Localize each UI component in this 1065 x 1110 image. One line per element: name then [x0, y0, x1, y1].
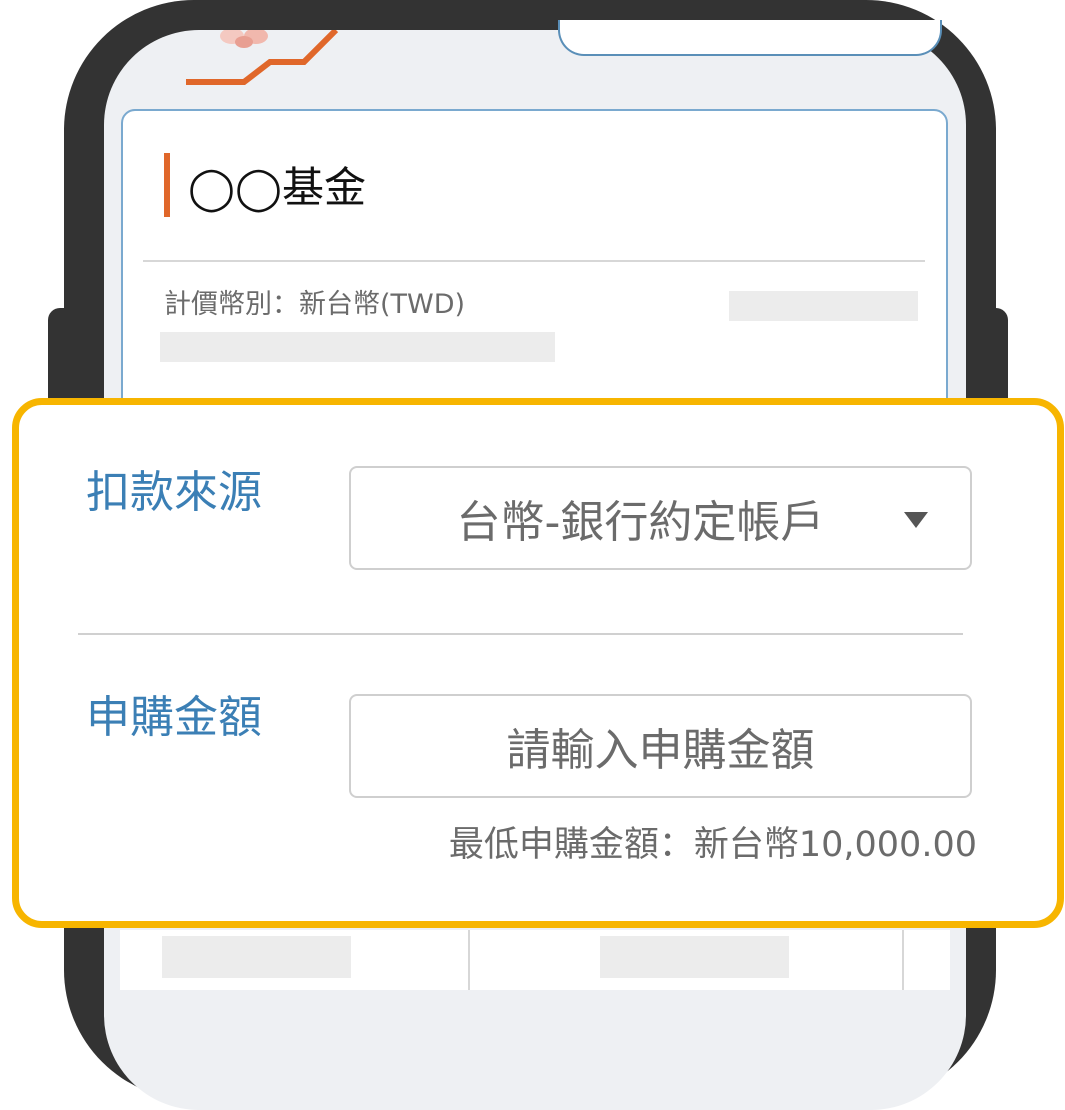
placeholder-bar [600, 936, 789, 978]
minimum-amount-note: 最低申購金額：新台幣10,000.00 [448, 825, 977, 865]
debit-source-value: 台幣-銀行約定帳戶 [456, 497, 825, 548]
top-search-pill[interactable] [558, 20, 942, 56]
bottom-divider [468, 930, 470, 990]
purchase-amount-placeholder: 請輸入申購金額 [506, 725, 815, 776]
purchase-amount-input[interactable]: 請輸入申購金額 [349, 694, 972, 798]
placeholder-bar [729, 291, 918, 321]
purchase-amount-label: 申購金額 [86, 692, 262, 743]
currency-label: 計價幣別：新台幣(TWD) [164, 289, 466, 320]
debit-source-label: 扣款來源 [86, 467, 262, 518]
form-divider [78, 633, 963, 635]
caret-down-icon [904, 512, 928, 528]
bottom-divider [902, 930, 904, 990]
decorative-flower-graphic [220, 30, 268, 48]
placeholder-bar [162, 936, 351, 978]
fund-title-accent-bar [164, 153, 170, 217]
debit-source-select[interactable]: 台幣-銀行約定帳戶 [349, 466, 972, 570]
placeholder-bar [160, 332, 555, 362]
fund-card-divider [143, 260, 925, 262]
fund-title: ◯◯基金 [188, 163, 367, 212]
